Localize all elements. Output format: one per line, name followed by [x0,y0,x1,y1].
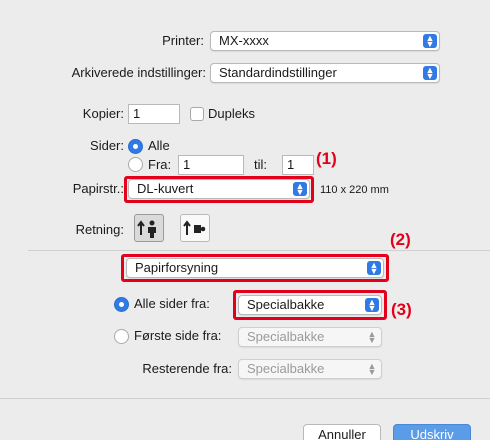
separator [28,250,490,251]
pages-all-label: Alle [148,138,170,153]
orientation-landscape-button[interactable] [180,214,210,242]
landscape-icon [183,220,206,235]
chevron-updown-icon: ▲ ▼ [293,182,307,197]
section-popup[interactable]: Papirforsyning ▲ ▼ [126,258,384,278]
first-page-value: Specialbakke [247,329,325,344]
callout-3: (3) [391,300,412,319]
cancel-button[interactable]: Annuller [303,424,381,440]
chevron-updown-icon: ▲ ▼ [423,66,437,81]
callout-1: (1) [316,149,337,168]
footer-separator [0,398,490,399]
pages-from-label: Fra: [148,157,172,172]
pages-from-field[interactable]: 1 [178,155,244,175]
duplex-label: Dupleks [208,106,255,121]
remaining-label: Resterende fra: [142,361,232,376]
first-page-label: Første side fra: [134,328,222,343]
pages-to-label: til: [254,157,267,172]
pages-from-radio[interactable] [128,157,143,172]
section-popup-value: Papirforsyning [135,260,219,275]
printer-label: Printer: [162,33,204,48]
presets-popup[interactable]: Standardindstillinger ▲ ▼ [210,63,440,83]
chevron-updown-icon: ▲ ▼ [367,261,381,276]
all-pages-value: Specialbakke [247,297,325,312]
chevron-updown-icon: ▲ ▼ [365,298,379,313]
all-pages-radio[interactable] [114,297,129,312]
chevron-updown-icon: ▲ ▼ [367,329,377,345]
portrait-icon [137,220,156,238]
orientation-label: Retning: [75,222,124,237]
printer-value: MX-xxxx [219,33,269,48]
paper-size-dimensions: 110 x 220 mm [320,184,389,196]
paper-size-value: DL-kuvert [137,181,194,196]
chevron-updown-icon: ▲ ▼ [423,34,437,49]
printer-popup[interactable]: MX-xxxx ▲ ▼ [210,31,440,51]
copies-field[interactable]: 1 [128,104,180,124]
chevron-updown-icon: ▲ ▼ [367,361,377,377]
first-page-popup[interactable]: Specialbakke ▲ ▼ [238,327,382,347]
first-page-radio[interactable] [114,329,129,344]
pages-label: Sider: [90,138,124,153]
all-pages-popup[interactable]: Specialbakke ▲ ▼ [238,295,382,315]
print-dialog: Printer: MX-xxxx ▲ ▼ Arkiverede indstilli… [0,0,490,440]
presets-label: Arkiverede indstillinger: [71,65,206,80]
paper-size-label: Papirstr.: [72,181,124,196]
remaining-value: Specialbakke [247,361,325,376]
callout-2: (2) [390,230,411,249]
copies-label: Kopier: [82,106,124,121]
paper-size-popup[interactable]: DL-kuvert ▲ ▼ [128,179,310,199]
print-button[interactable]: Udskriv [393,424,471,440]
pages-all-radio[interactable] [128,139,143,154]
presets-value: Standardindstillinger [219,65,337,80]
all-pages-label: Alle sider fra: [134,296,210,311]
orientation-portrait-button[interactable] [134,214,164,242]
duplex-checkbox[interactable] [190,107,204,121]
remaining-popup[interactable]: Specialbakke ▲ ▼ [238,359,382,379]
pages-to-field[interactable]: 1 [282,155,314,175]
